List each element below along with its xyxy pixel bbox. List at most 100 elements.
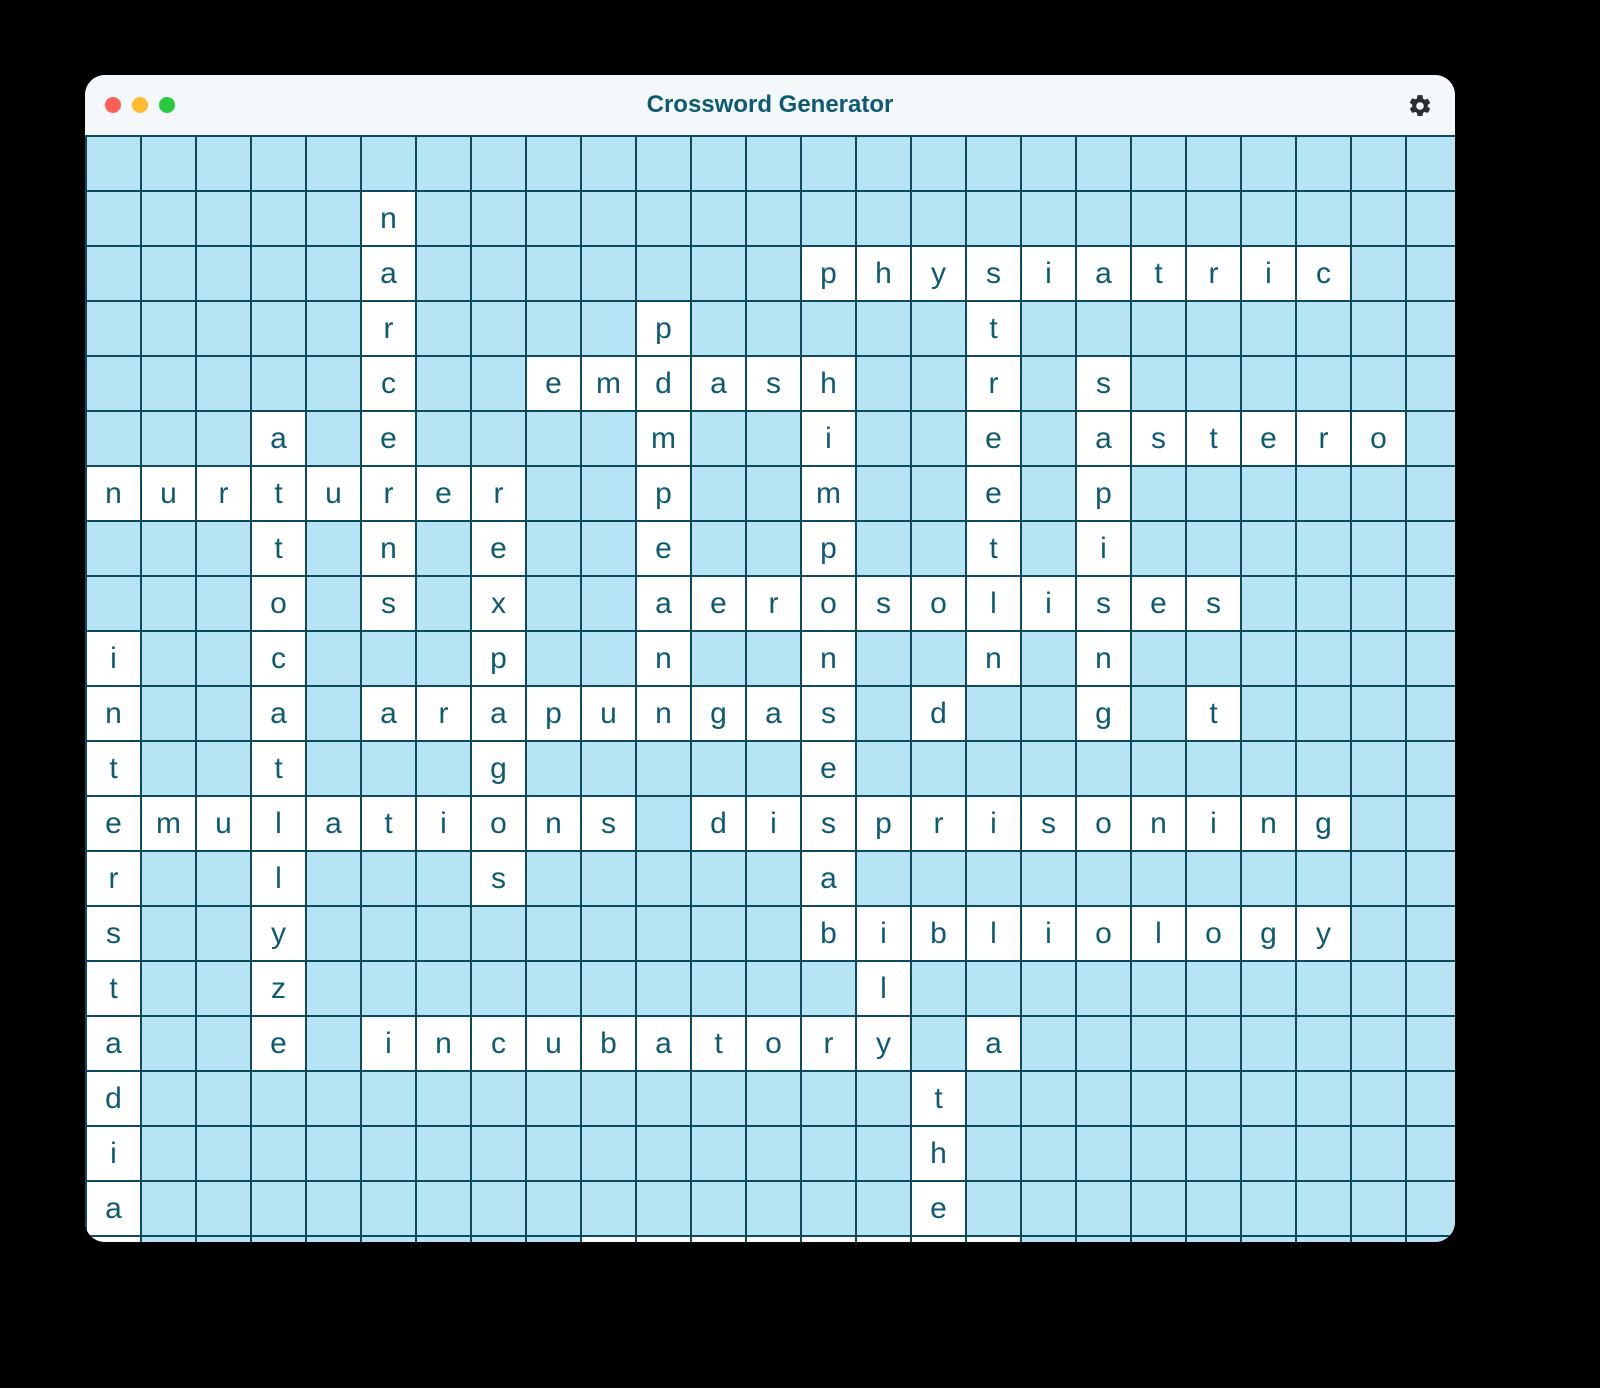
grid-cell[interactable]: t bbox=[86, 741, 141, 796]
grid-cell[interactable]: p bbox=[1076, 466, 1131, 521]
grid-cell[interactable]: a bbox=[801, 851, 856, 906]
grid-cell[interactable]: e bbox=[691, 576, 746, 631]
grid-cell[interactable]: t bbox=[966, 521, 1021, 576]
grid-cell[interactable]: y bbox=[856, 1016, 911, 1071]
grid-cell[interactable]: a bbox=[636, 576, 691, 631]
grid-cell[interactable]: r bbox=[801, 1016, 856, 1071]
grid-cell[interactable]: m bbox=[141, 796, 196, 851]
grid-cell[interactable]: t bbox=[636, 1236, 691, 1242]
grid-cell[interactable]: a bbox=[471, 686, 526, 741]
grid-cell[interactable]: e bbox=[911, 1181, 966, 1236]
grid-cell[interactable]: s bbox=[856, 576, 911, 631]
grid-cell[interactable]: o bbox=[471, 796, 526, 851]
grid-cell[interactable]: e bbox=[856, 1236, 911, 1242]
grid-cell[interactable]: l bbox=[966, 906, 1021, 961]
grid-cell[interactable]: n bbox=[361, 521, 416, 576]
grid-cell[interactable]: s bbox=[86, 906, 141, 961]
grid-cell[interactable]: n bbox=[801, 631, 856, 686]
grid-cell[interactable]: r bbox=[471, 466, 526, 521]
grid-cell[interactable]: a bbox=[636, 1016, 691, 1071]
grid-cell[interactable]: i bbox=[801, 411, 856, 466]
grid-cell[interactable]: l bbox=[856, 961, 911, 1016]
grid-cell[interactable]: c bbox=[361, 356, 416, 411]
grid-cell[interactable]: a bbox=[1076, 411, 1131, 466]
grid-cell[interactable]: p bbox=[801, 521, 856, 576]
grid-cell[interactable]: i bbox=[746, 1236, 801, 1242]
minimize-icon[interactable] bbox=[132, 97, 148, 113]
grid-cell[interactable]: r bbox=[361, 301, 416, 356]
grid-cell[interactable]: i bbox=[1186, 796, 1241, 851]
grid-cell[interactable]: n bbox=[86, 466, 141, 521]
grid-cell[interactable]: c bbox=[1296, 246, 1351, 301]
grid-cell[interactable]: n bbox=[636, 686, 691, 741]
grid-cell[interactable]: a bbox=[86, 1016, 141, 1071]
grid-cell[interactable]: s bbox=[746, 356, 801, 411]
grid-cell[interactable]: s bbox=[1076, 356, 1131, 411]
grid-cell[interactable]: e bbox=[251, 1016, 306, 1071]
grid-cell[interactable]: r bbox=[86, 851, 141, 906]
grid-cell[interactable]: n bbox=[86, 686, 141, 741]
grid-cell[interactable]: s bbox=[801, 796, 856, 851]
grid-cell[interactable]: e bbox=[471, 521, 526, 576]
grid-cell[interactable]: n bbox=[801, 1236, 856, 1242]
grid-cell[interactable]: d bbox=[691, 796, 746, 851]
grid-cell[interactable]: n bbox=[361, 191, 416, 246]
grid-cell[interactable]: u bbox=[306, 466, 361, 521]
grid-cell[interactable]: s bbox=[361, 576, 416, 631]
grid-cell[interactable]: l bbox=[251, 851, 306, 906]
grid-cell[interactable]: i bbox=[966, 796, 1021, 851]
grid-cell[interactable]: t bbox=[251, 466, 306, 521]
grid-cell[interactable]: a bbox=[966, 1016, 1021, 1071]
grid-cell[interactable]: y bbox=[911, 246, 966, 301]
grid-cell[interactable]: l bbox=[966, 576, 1021, 631]
grid-cell[interactable]: d bbox=[86, 1071, 141, 1126]
grid-cell[interactable]: r bbox=[966, 356, 1021, 411]
grid-cell[interactable]: d bbox=[911, 686, 966, 741]
grid-cell[interactable]: e bbox=[966, 466, 1021, 521]
grid-cell[interactable]: i bbox=[1021, 906, 1076, 961]
grid-cell[interactable]: r bbox=[911, 796, 966, 851]
grid-cell[interactable]: c bbox=[251, 631, 306, 686]
grid-cell[interactable]: o bbox=[1351, 411, 1406, 466]
grid-cell[interactable]: o bbox=[1076, 796, 1131, 851]
close-icon[interactable] bbox=[105, 97, 121, 113]
grid-cell[interactable]: s bbox=[801, 686, 856, 741]
grid-cell[interactable]: u bbox=[141, 466, 196, 521]
grid-cell[interactable]: u bbox=[526, 1016, 581, 1071]
grid-cell[interactable]: c bbox=[471, 1016, 526, 1071]
grid-cell[interactable]: a bbox=[746, 686, 801, 741]
grid-cell[interactable]: s bbox=[1076, 576, 1131, 631]
grid-cell[interactable]: z bbox=[251, 961, 306, 1016]
grid-cell[interactable]: e bbox=[636, 521, 691, 576]
grid-cell[interactable]: p bbox=[636, 466, 691, 521]
grid-cell[interactable]: p bbox=[801, 246, 856, 301]
grid-cell[interactable]: b bbox=[581, 1016, 636, 1071]
grid-cell[interactable]: n bbox=[1131, 796, 1186, 851]
grid-cell[interactable]: g bbox=[1296, 796, 1351, 851]
grid-cell[interactable]: t bbox=[251, 741, 306, 796]
grid-cell[interactable]: m bbox=[581, 356, 636, 411]
grid-cell[interactable]: b bbox=[801, 906, 856, 961]
grid-cell[interactable]: s bbox=[966, 1236, 1021, 1242]
grid-cell[interactable]: e bbox=[1241, 411, 1296, 466]
grid-cell[interactable]: p bbox=[471, 631, 526, 686]
grid-cell[interactable]: t bbox=[86, 961, 141, 1016]
grid-cell[interactable]: h bbox=[856, 246, 911, 301]
grid-cell[interactable]: r bbox=[1296, 411, 1351, 466]
grid-cell[interactable]: g bbox=[1076, 686, 1131, 741]
grid-cell[interactable]: y bbox=[1296, 906, 1351, 961]
grid-cell[interactable]: r bbox=[911, 1236, 966, 1242]
grid-cell[interactable]: i bbox=[1076, 521, 1131, 576]
grid-cell[interactable]: i bbox=[86, 631, 141, 686]
grid-cell[interactable]: l bbox=[1131, 906, 1186, 961]
grid-cell[interactable]: o bbox=[911, 576, 966, 631]
grid-cell[interactable]: b bbox=[911, 906, 966, 961]
grid-cell[interactable]: i bbox=[856, 906, 911, 961]
grid-cell[interactable]: a bbox=[361, 686, 416, 741]
grid-cell[interactable]: s bbox=[1186, 576, 1241, 631]
grid-cell[interactable]: t bbox=[251, 521, 306, 576]
grid-cell[interactable]: n bbox=[526, 796, 581, 851]
grid-cell[interactable]: r bbox=[416, 686, 471, 741]
grid-cell[interactable]: e bbox=[1131, 576, 1186, 631]
grid-cell[interactable]: i bbox=[746, 796, 801, 851]
